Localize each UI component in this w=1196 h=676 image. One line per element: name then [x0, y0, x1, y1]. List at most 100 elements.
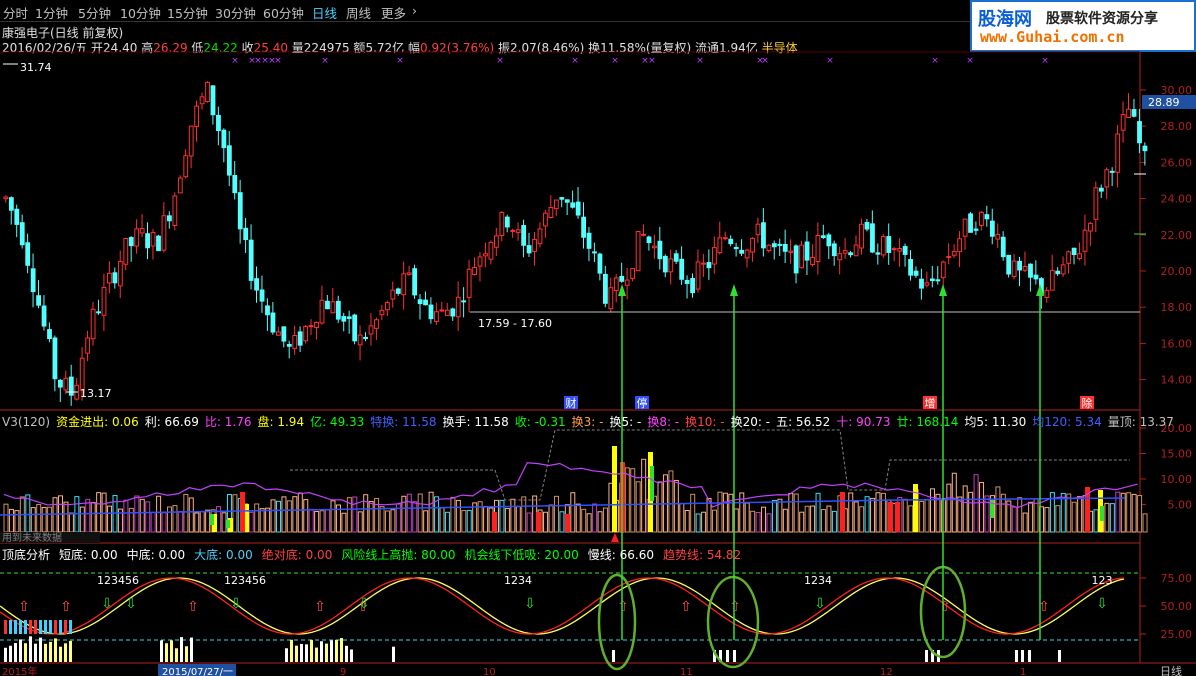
candle-body — [167, 215, 172, 222]
candle-body — [96, 311, 101, 314]
volume-bar — [777, 498, 783, 533]
volume-bar — [177, 511, 183, 533]
bottom-bar — [4, 620, 7, 634]
volume-bar — [286, 500, 292, 533]
volume-bar — [880, 492, 886, 533]
candle-body — [1055, 270, 1061, 275]
volume-bar — [630, 468, 636, 533]
candle-body — [499, 212, 505, 237]
candle-body — [335, 300, 341, 320]
bottom-bar — [54, 620, 57, 634]
volume-bar — [374, 497, 380, 533]
candle-body — [733, 246, 739, 250]
indicator-value: 资金进出: 0.06 — [56, 415, 139, 429]
volume-bar — [951, 472, 957, 533]
candle-body — [346, 316, 352, 319]
volume-bar — [962, 485, 968, 533]
volume-bar — [499, 499, 505, 533]
candle-body — [472, 267, 478, 276]
buy-arrow-icon: ⇧ — [617, 599, 629, 615]
candle-body — [979, 211, 984, 226]
volume-bar — [450, 496, 456, 533]
volume-bar — [1120, 492, 1126, 533]
volume-bar — [412, 501, 418, 533]
volume-bar — [194, 512, 200, 533]
indicator-value: 收: -0.31 — [514, 415, 566, 429]
volume-bar — [831, 510, 837, 533]
candle-body — [603, 273, 608, 304]
event-marker: × — [648, 56, 656, 66]
candle-body — [19, 222, 25, 246]
candle-body — [117, 261, 123, 287]
volume-bar — [515, 506, 521, 533]
volume-bar — [1104, 502, 1110, 533]
volume-bar — [483, 505, 489, 533]
volume-bar — [96, 492, 102, 533]
bottom-bar — [726, 650, 729, 662]
bottom-bar — [24, 620, 27, 634]
volume-bar — [68, 512, 74, 533]
event-marker: × — [496, 56, 504, 66]
candle-body — [690, 278, 696, 294]
indicator-value: 换3: - — [571, 415, 604, 429]
volume-bar — [352, 496, 358, 533]
indicator-value: 廿: 168.14 — [896, 415, 959, 429]
candle-body — [363, 336, 369, 340]
price-tick-label: 16.00 — [1161, 337, 1193, 350]
volume-bar — [139, 498, 145, 533]
bottom-bar — [39, 637, 42, 662]
candle-body — [935, 279, 941, 282]
candle-body — [1093, 187, 1099, 220]
candle-body — [837, 253, 843, 261]
indicator-value: 趋势线: 54.82 — [662, 548, 742, 562]
candle-body — [728, 238, 734, 245]
volume-bar — [984, 495, 990, 533]
volume-bar — [733, 508, 739, 533]
candle-body — [1098, 187, 1104, 192]
volume-bar — [428, 491, 434, 533]
candle-body — [330, 301, 336, 314]
volume-bar — [107, 505, 113, 533]
candle-body — [553, 199, 559, 210]
volume-bar — [570, 492, 576, 533]
bottom-bar — [59, 620, 62, 634]
candle-body — [1060, 264, 1066, 275]
bottom-bar — [9, 620, 12, 634]
volume-bar — [259, 508, 265, 533]
candle-body — [875, 252, 881, 255]
candle-body — [439, 309, 445, 312]
volume-bar — [47, 506, 53, 533]
kline-chart[interactable]: 30.0028.0026.0024.0022.0020.0018.0016.00… — [0, 0, 1196, 676]
indicator-value: 换5: - — [609, 415, 642, 429]
volume-bar — [603, 507, 608, 533]
volume-bar — [919, 500, 925, 533]
volume-bar — [521, 496, 527, 533]
candle-body — [586, 232, 592, 249]
volume-bar — [821, 508, 826, 533]
bottom-bar — [335, 639, 338, 662]
candle-body — [1137, 121, 1142, 144]
volume-bar — [1071, 501, 1077, 533]
candle-body — [532, 238, 537, 253]
volume-bar — [363, 494, 369, 533]
candle-body — [161, 215, 167, 251]
event-marker: × — [696, 56, 704, 66]
candle-body — [107, 272, 112, 284]
bottom-bar — [49, 620, 52, 634]
bottom-bar — [160, 640, 163, 662]
indicator-value: 均120: 5.34 — [1032, 415, 1102, 429]
volume-highlight — [895, 502, 900, 532]
volume-bar — [592, 503, 598, 533]
bottom-bar — [925, 650, 928, 662]
volume-bar — [908, 505, 914, 533]
candle-body — [722, 237, 728, 240]
buy-arrow-icon: ⇧ — [314, 599, 326, 615]
volume-bar — [254, 503, 260, 533]
indicator-value: 亿: 49.33 — [310, 415, 365, 429]
candle-body — [575, 201, 581, 216]
time-label: 10 — [483, 667, 496, 676]
candle-body — [172, 195, 178, 227]
candle-body — [1126, 108, 1131, 119]
candle-body — [940, 261, 946, 279]
volume-bar — [1093, 509, 1099, 533]
